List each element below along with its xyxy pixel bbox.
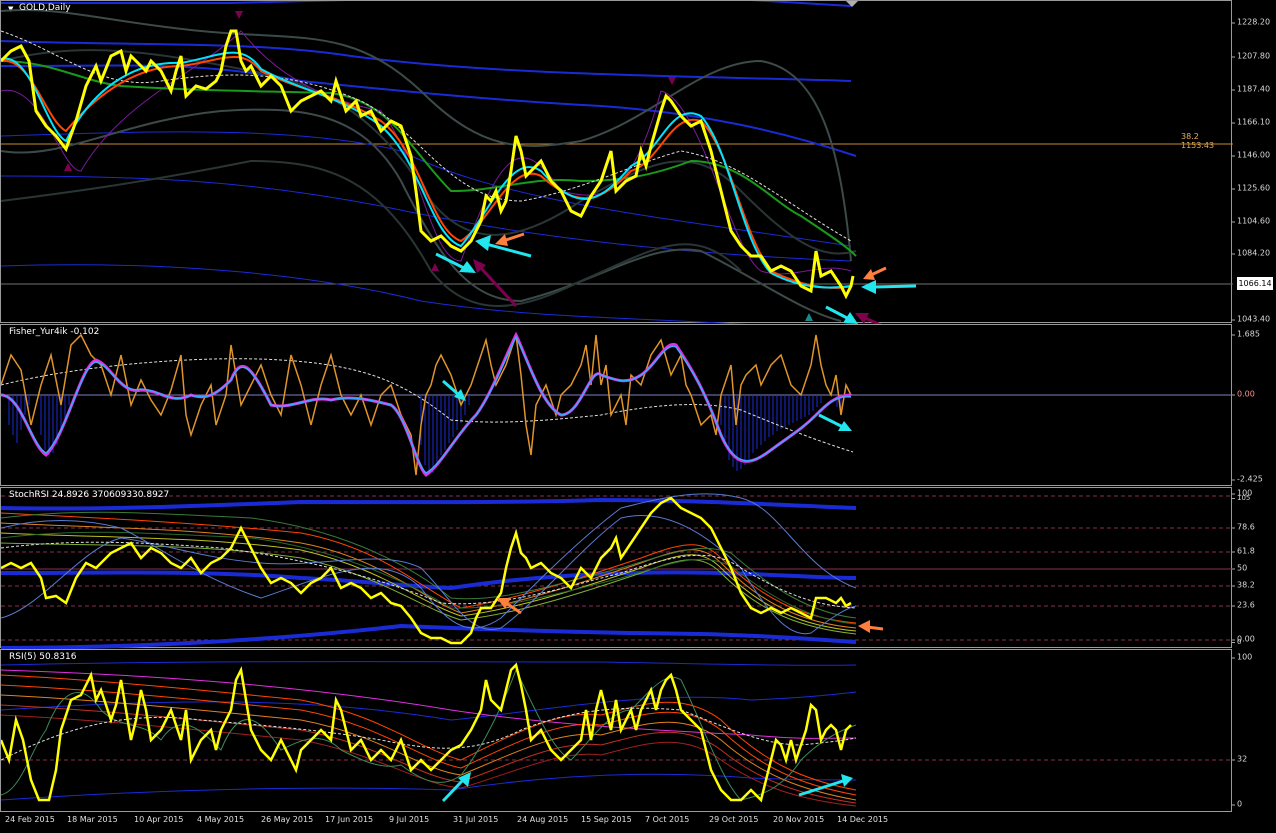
stochrsi-axis: 100 105 78.6 61.8 50 38.2 23.6 0.00 0	[1231, 488, 1255, 646]
fisher-plot	[1, 331, 1233, 477]
price-plot	[1, 1, 1233, 324]
main-chart-pane[interactable]: ▼ GOLD,Daily 38.2 1153.43	[0, 0, 1233, 324]
fisher-pane[interactable]: Fisher_Yur4ik -0.102	[0, 324, 1233, 486]
rsi-label: RSI(5) 50.8316	[9, 652, 77, 662]
rsi-plot	[1, 661, 1233, 807]
time-axis: 24 Feb 2015 18 Mar 2015 10 Apr 2015 4 Ma…	[5, 815, 889, 824]
rsi-axis: 100 32 0	[1231, 652, 1253, 809]
rsi-pane[interactable]: RSI(5) 50.8316	[0, 649, 1233, 812]
fisher-label: Fisher_Yur4ik -0.102	[9, 327, 100, 337]
symbol-title: GOLD,Daily	[19, 3, 71, 13]
cyan-arrow-icon	[435, 235, 917, 324]
stochrsi-plot	[1, 493, 1233, 649]
stochrsi-pane[interactable]: StochRSI 24.8926 370609330.8927	[0, 487, 1233, 649]
current-price-marker: 1066.14	[1237, 277, 1273, 290]
cyan-arrow-icon	[442, 379, 852, 431]
stochrsi-label: StochRSI 24.8926 370609330.8927	[9, 490, 170, 500]
orange-arrow-icon	[497, 598, 884, 633]
purple-arrow-icon	[64, 11, 883, 324]
main-price-axis: 1228.20 1207.80 1187.40 1166.10 1146.00 …	[1231, 17, 1271, 324]
fisher-axis: 1.685 0.00 -2.425	[1232, 329, 1263, 484]
